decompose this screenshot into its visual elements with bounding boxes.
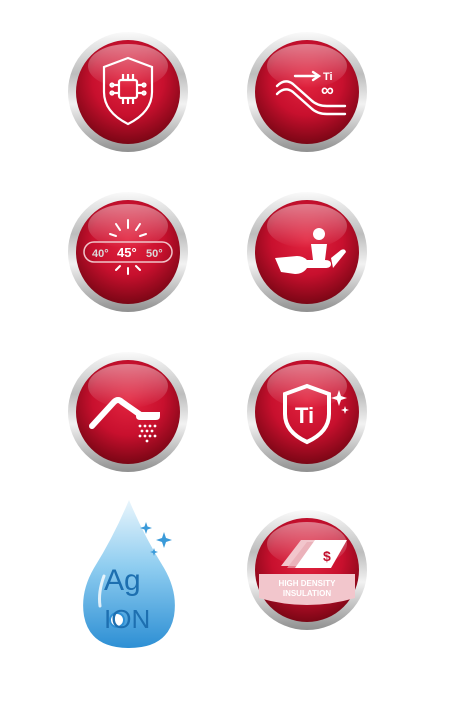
ion-label: ION	[104, 604, 150, 634]
currency-label: $	[323, 548, 331, 564]
hdi-line2: INSULATION	[283, 589, 332, 598]
badge-rain-shower	[66, 350, 190, 474]
hdi-line1: HIGH DENSITY	[279, 579, 337, 588]
temp-40: 40°	[92, 248, 109, 260]
ag-label: Ag	[104, 564, 141, 597]
infinity-label: ∞	[321, 80, 334, 100]
ti-label: Ti	[295, 403, 314, 428]
badge-hand-care	[245, 190, 369, 314]
badge-titanium-infinity: Ti ∞	[245, 30, 369, 154]
badge-temperature: 40° 45° 50°	[66, 190, 190, 314]
badge-high-density-insulation: $ HIGH DENSITY INSULATION	[245, 508, 369, 632]
badge-titanium-shield: Ti	[245, 350, 369, 474]
temp-50: 50°	[146, 248, 163, 260]
badge-ag-ion: Ag ION	[74, 496, 184, 652]
badge-processor-shield	[66, 30, 190, 154]
temp-45: 45°	[117, 245, 137, 260]
